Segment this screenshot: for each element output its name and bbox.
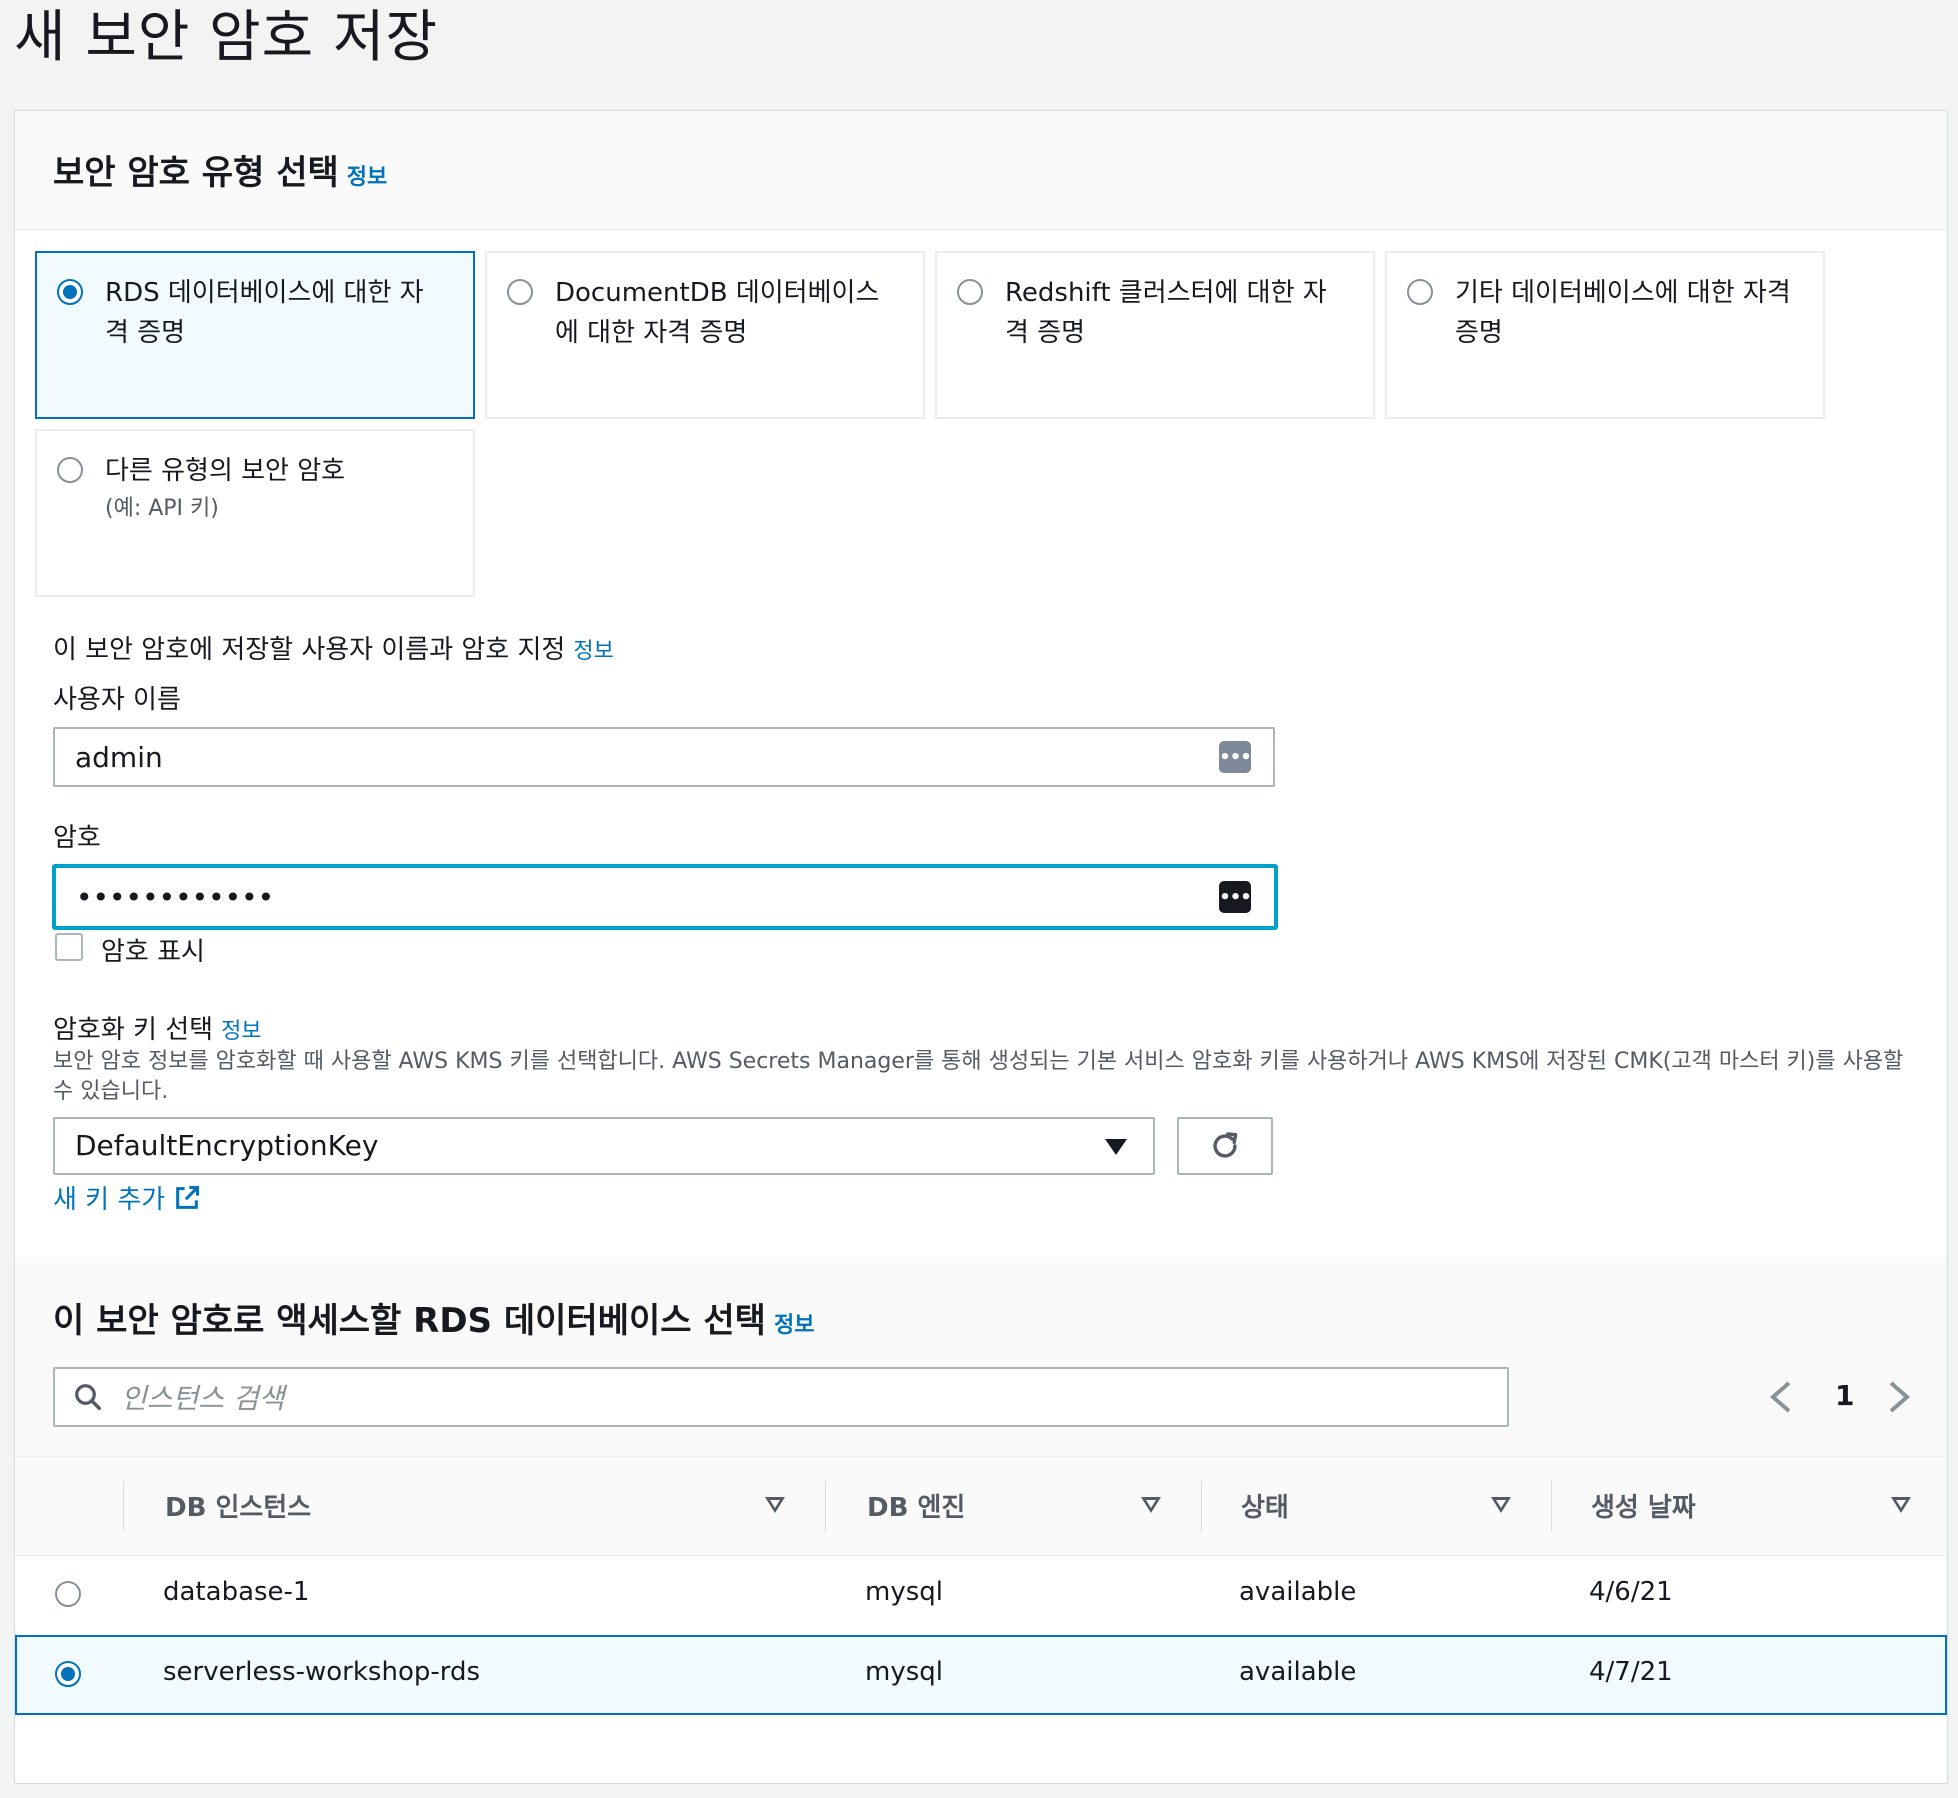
secret-type-heading: 보안 암호 유형 선택 정보 — [53, 153, 388, 193]
page-title: 새 보안 암호 저장 — [14, 5, 439, 70]
username-label: 사용자 이름 — [53, 685, 181, 715]
radio-button[interactable] — [1407, 279, 1433, 305]
username-input[interactable] — [53, 727, 1275, 787]
current-page-number[interactable]: 1 — [1835, 1379, 1854, 1412]
radio-button[interactable] — [55, 1581, 81, 1607]
sort-icon[interactable] — [765, 1497, 785, 1513]
encryption-key-label: 암호화 키 선택 정보 — [53, 1015, 262, 1045]
password-manager-icon[interactable]: ••• — [1219, 881, 1252, 913]
encryption-info-link[interactable]: 정보 — [221, 1019, 261, 1044]
secret-type-option-other[interactable]: 다른 유형의 보안 암호 (예: API 키) — [35, 429, 475, 597]
database-section: 이 보안 암호로 액세스할 RDS 데이터베이스 선택 정보 인스턴스 검색 1 — [15, 1257, 1947, 1463]
password-label: 암호 — [53, 823, 101, 853]
show-password-checkbox[interactable] — [55, 933, 83, 961]
table-header: DB 인스턴스 DB 엔진 상태 생성 날짜 — [15, 1456, 1947, 1556]
sort-icon[interactable] — [1891, 1497, 1911, 1513]
encryption-key-select[interactable]: DefaultEncryptionKey — [53, 1117, 1155, 1175]
show-password-label[interactable]: 암호 표시 — [101, 931, 205, 968]
radio-button[interactable] — [57, 457, 83, 483]
column-status[interactable]: 상태 — [1241, 1487, 1289, 1524]
refresh-icon — [1213, 1132, 1238, 1158]
create-secret-panel: 보안 암호 유형 선택 정보 RDS 데이터베이스에 대한 자격 증명 Docum… — [14, 110, 1948, 1784]
secret-type-option-other-database[interactable]: 기타 데이터베이스에 대한 자격 증명 — [1385, 251, 1825, 419]
instance-search-input[interactable]: 인스턴스 검색 — [53, 1367, 1509, 1427]
credentials-heading: 이 보안 암호에 저장할 사용자 이름과 암호 지정 정보 — [53, 635, 614, 665]
caret-down-icon — [1105, 1139, 1127, 1155]
column-db-engine[interactable]: DB 엔진 — [867, 1487, 965, 1524]
radio-button[interactable] — [957, 279, 983, 305]
secret-type-option-redshift[interactable]: Redshift 클러스터에 대한 자격 증명 — [935, 251, 1375, 419]
database-info-link[interactable]: 정보 — [774, 1313, 814, 1338]
column-created-date[interactable]: 생성 날짜 — [1591, 1487, 1696, 1524]
add-new-key-link[interactable]: 새 키 추가 — [53, 1179, 201, 1216]
radio-button[interactable] — [507, 279, 533, 305]
panel-header: 보안 암호 유형 선택 정보 — [15, 111, 1947, 230]
sort-icon[interactable] — [1491, 1497, 1511, 1513]
password-manager-icon[interactable]: ••• — [1219, 741, 1252, 773]
secret-type-option-rds[interactable]: RDS 데이터베이스에 대한 자격 증명 — [35, 251, 475, 419]
radio-button[interactable] — [55, 1661, 81, 1687]
refresh-button[interactable] — [1177, 1117, 1273, 1175]
secret-type-info-link[interactable]: 정보 — [347, 165, 387, 190]
password-input[interactable] — [53, 865, 1277, 929]
column-db-instance[interactable]: DB 인스턴스 — [165, 1487, 311, 1524]
table-row[interactable]: serverless-workshop-rds mysql available … — [15, 1635, 1947, 1715]
secret-type-option-documentdb[interactable]: DocumentDB 데이터베이스에 대한 자격 증명 — [485, 251, 925, 419]
chevron-right-icon[interactable] — [1885, 1379, 1913, 1415]
credentials-info-link[interactable]: 정보 — [573, 639, 613, 664]
sort-icon[interactable] — [1141, 1497, 1161, 1513]
external-link-icon — [176, 1185, 200, 1209]
radio-button[interactable] — [57, 279, 83, 305]
encryption-key-description: 보안 암호 정보를 암호화할 때 사용할 AWS KMS 키를 선택합니다. A… — [53, 1049, 1904, 1104]
table-row[interactable]: database-1 mysql available 4/6/21 — [15, 1555, 1947, 1636]
search-icon — [75, 1384, 101, 1410]
chevron-left-icon[interactable] — [1767, 1379, 1795, 1415]
database-select-heading: 이 보안 암호로 액세스할 RDS 데이터베이스 선택 정보 — [53, 1301, 815, 1341]
